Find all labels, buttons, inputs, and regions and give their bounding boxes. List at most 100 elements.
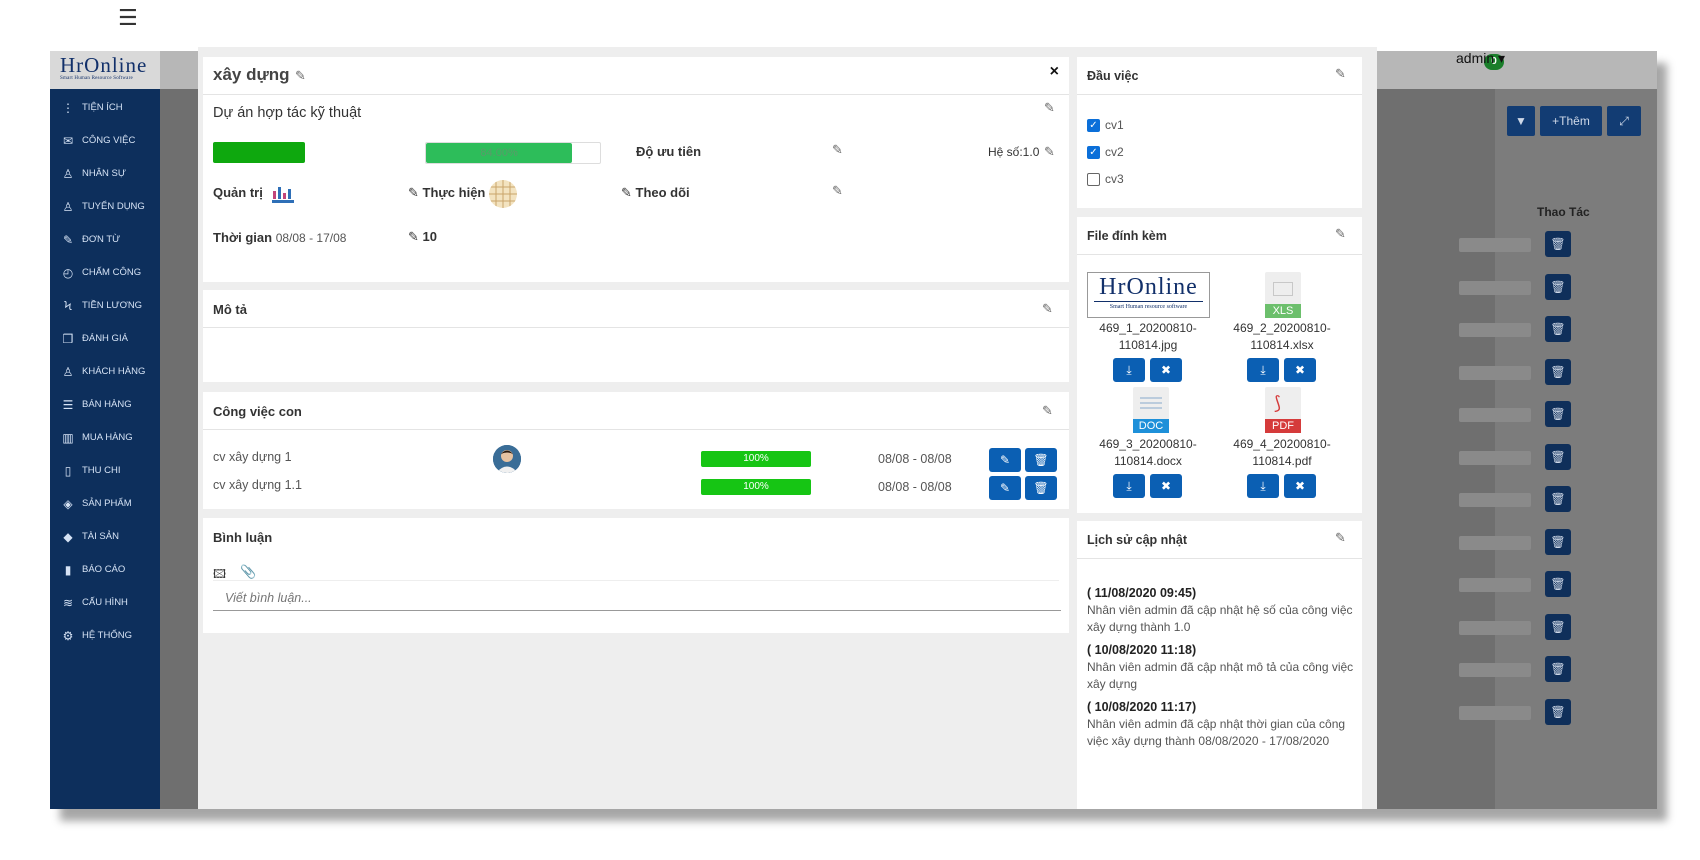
- sidebar-item-label: Tài sản: [82, 531, 119, 542]
- filter-button[interactable]: ▼: [1507, 106, 1535, 136]
- delete-row-button[interactable]: 🗑: [1545, 401, 1571, 427]
- download-file-button[interactable]: ⤓: [1247, 474, 1279, 498]
- file-name-line: 469_1_20200810-: [1099, 321, 1197, 335]
- edit-subtask-button[interactable]: ✎: [989, 476, 1021, 500]
- row-progress-bar: [1459, 578, 1531, 592]
- xlsx-file-icon[interactable]: XLS: [1265, 272, 1301, 318]
- sidebar-item-10[interactable]: ▥ Mua hàng: [50, 421, 160, 454]
- user-menu[interactable]: admin ▾: [1456, 50, 1505, 67]
- progress-bar-track: 84.00%: [425, 142, 601, 164]
- image-icon[interactable]: 🖾: [213, 565, 226, 586]
- sidebar-item-8[interactable]: ♙ Khách hàng: [50, 355, 160, 388]
- pdf-file-icon[interactable]: ⟆ PDF: [1265, 387, 1301, 433]
- sidebar-item-2[interactable]: ♙ Nhân sự: [50, 157, 160, 190]
- sidebar-item-5[interactable]: ◴ Chấm công: [50, 256, 160, 289]
- download-file-button[interactable]: ⤓: [1113, 358, 1145, 382]
- delete-subtask-button[interactable]: 🗑: [1025, 476, 1057, 500]
- checklist-checkbox[interactable]: [1087, 173, 1100, 186]
- file-icon: ▯: [64, 463, 72, 478]
- file-name[interactable]: 469_1_20200810- 110814.jpg: [1083, 320, 1213, 354]
- comment-input[interactable]: [213, 585, 1061, 611]
- delete-subtask-button[interactable]: 🗑: [1025, 448, 1057, 472]
- history-text: Nhân viên admin đã cập nhật thời gian củ…: [1087, 717, 1346, 748]
- sidebar-item-label: Tiền lương: [82, 300, 143, 311]
- sidebar-item-12[interactable]: ◈ Sản phẩm: [50, 487, 160, 520]
- edit-checklist-icon[interactable]: ✎: [1335, 67, 1348, 80]
- attach-icon[interactable]: 📎: [240, 564, 256, 580]
- edit-coefficient-icon[interactable]: ✎: [1044, 145, 1057, 158]
- delete-row-button[interactable]: 🗑: [1545, 443, 1571, 470]
- docx-file-icon[interactable]: DOC: [1133, 387, 1169, 433]
- file-name-line: 469_4_20200810-: [1233, 437, 1331, 451]
- delete-row-button[interactable]: 🗑: [1545, 273, 1571, 300]
- delete-row-button[interactable]: 🗑: [1545, 698, 1571, 725]
- manager-avatar[interactable]: [269, 181, 297, 209]
- sidebar-item-1[interactable]: ✉ Công việc: [50, 124, 160, 157]
- sidebar-item-label: Nhân sự: [82, 168, 127, 179]
- download-file-button[interactable]: ⤓: [1247, 358, 1279, 382]
- file-thumb-image[interactable]: HrOnline Smart Human resource software: [1087, 272, 1210, 318]
- edit-subtask-button[interactable]: ✎: [989, 448, 1021, 472]
- sidebar-item-16[interactable]: ⚙ Hệ thống: [50, 619, 160, 652]
- delete-row-button[interactable]: 🗑: [1545, 571, 1571, 597]
- progress-bar-fill: 84.00%: [426, 143, 573, 163]
- file-name-line: 110814.docx: [1114, 454, 1182, 468]
- delete-row-button[interactable]: 🗑: [1545, 656, 1571, 682]
- edit-priority-icon[interactable]: ✎: [832, 143, 845, 156]
- sidebar-item-14[interactable]: ▮ Báo cáo: [50, 553, 160, 586]
- row-progress-bar: [1459, 408, 1531, 422]
- delete-file-button[interactable]: ✖: [1150, 358, 1182, 382]
- delete-row-button[interactable]: 🗑: [1545, 358, 1571, 385]
- sidebar-item-9[interactable]: ☰ Bán hàng: [50, 388, 160, 421]
- edit-description-icon[interactable]: ✎: [1042, 302, 1055, 315]
- subtask-progress-fill: 100%: [701, 451, 811, 467]
- subtask-assignee-avatar[interactable]: [493, 445, 521, 473]
- edit-attachments-icon[interactable]: ✎: [1335, 227, 1348, 240]
- subtask-name[interactable]: cv xây dựng 1: [213, 450, 292, 464]
- row-progress-bar: [1459, 705, 1531, 720]
- file-name[interactable]: 469_3_20200810- 110814.docx: [1083, 436, 1213, 470]
- delete-row-button[interactable]: 🗑: [1545, 528, 1571, 555]
- actions-header: Thao Tác: [1537, 205, 1590, 219]
- file-name[interactable]: 469_2_20200810- 110814.xlsx: [1217, 320, 1347, 354]
- sidebar-item-7[interactable]: ❒ Đánh giá: [50, 322, 160, 355]
- sidebar-item-11[interactable]: ▯ Thu chi: [50, 454, 160, 487]
- subtask-name[interactable]: cv xây dựng 1.1: [213, 478, 302, 492]
- checklist-checkbox[interactable]: ✓: [1087, 119, 1100, 132]
- edit-icon: ✎: [62, 232, 74, 247]
- checklist-checkbox[interactable]: ✓: [1087, 146, 1100, 159]
- close-icon[interactable]: ×: [1050, 63, 1059, 81]
- row-progress-bar: [1459, 238, 1531, 252]
- delete-file-button[interactable]: ✖: [1150, 474, 1182, 498]
- executor-avatar[interactable]: [489, 180, 517, 208]
- sidebar-item-13[interactable]: ◆ Tài sản: [50, 520, 160, 553]
- delete-row-button[interactable]: 🗑: [1545, 486, 1571, 512]
- add-button[interactable]: + Thêm: [1540, 106, 1602, 136]
- file-name[interactable]: 469_4_20200810- 110814.pdf: [1217, 436, 1347, 470]
- sidebar-item-label: Mua hàng: [82, 432, 133, 443]
- download-file-button[interactable]: ⤓: [1113, 474, 1145, 498]
- divider: [213, 580, 1059, 581]
- sidebar-item-4[interactable]: ✎ Đơn từ: [50, 223, 160, 256]
- edit-follower-icon[interactable]: ✎: [832, 184, 845, 197]
- diamond-icon: ◆: [63, 529, 73, 544]
- app-logo[interactable]: HrOnline Smart Human Resource Software: [50, 51, 160, 89]
- delete-file-button[interactable]: ✖: [1284, 358, 1316, 382]
- sidebar-item-3[interactable]: ♙ Tuyển dụng: [50, 190, 160, 223]
- edit-history-icon[interactable]: ✎: [1335, 531, 1348, 544]
- delete-row-button[interactable]: 🗑: [1545, 316, 1571, 342]
- delete-row-button[interactable]: 🗑: [1545, 231, 1571, 257]
- comments-title: Bình luận: [213, 530, 273, 545]
- sidebar-item-0[interactable]: ⋮ Tiện ích: [50, 91, 160, 124]
- edit-subtasks-icon[interactable]: ✎: [1042, 404, 1055, 417]
- sidebar-item-15[interactable]: ≋ Cấu hình: [50, 586, 160, 619]
- menu-toggle-icon[interactable]: ☰: [118, 5, 138, 31]
- history-text: Nhân viên admin đã cập nhật mô tả của cô…: [1087, 660, 1354, 691]
- edit-title-icon[interactable]: ✎: [295, 69, 308, 82]
- delete-row-button[interactable]: 🗑: [1545, 613, 1571, 640]
- delete-file-button[interactable]: ✖: [1284, 474, 1316, 498]
- sidebar-item-6[interactable]: ϟ Tiền lương: [50, 289, 160, 322]
- edit-project-icon[interactable]: ✎: [1044, 101, 1057, 114]
- user-icon: ♙: [62, 199, 74, 214]
- fullscreen-button[interactable]: ⤢: [1607, 106, 1641, 136]
